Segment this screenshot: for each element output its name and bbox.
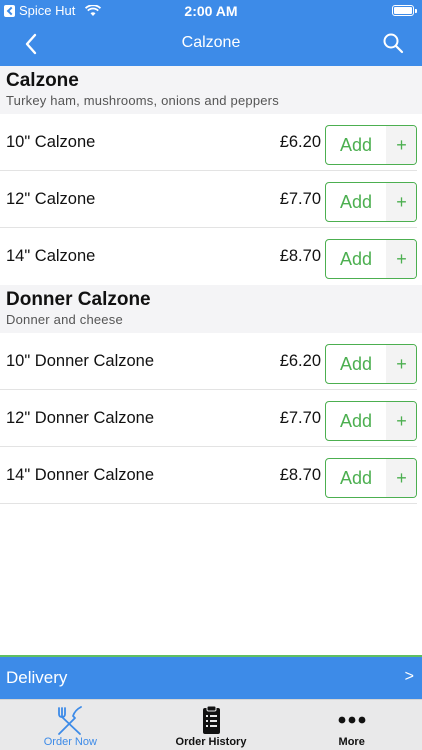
- add-label: Add: [339, 135, 373, 155]
- add-label: Add: [339, 249, 373, 269]
- item-name: 14" Donner Calzone: [6, 466, 155, 484]
- item-name: 10" Donner Calzone: [6, 352, 155, 370]
- section-description: Donner and cheese: [6, 312, 123, 327]
- section-description: Turkey ham, mushrooms, onions and pepper…: [6, 93, 279, 108]
- tab-label: Order Now: [43, 736, 97, 748]
- item-price: £6.20: [279, 133, 321, 151]
- menu-item-row: 14" Donner Calzone £8.70 Add +: [0, 447, 417, 504]
- nav-bar: Calzone: [0, 22, 422, 66]
- item-price: £7.70: [279, 409, 321, 427]
- fork-knife-icon: [58, 706, 83, 735]
- status-bar: Spice Hut 2:00 AM: [0, 0, 422, 22]
- item-name: 14" Calzone: [6, 247, 96, 265]
- plus-icon: +: [386, 240, 416, 278]
- page-title: Calzone: [181, 34, 241, 51]
- item-price: £6.20: [279, 352, 321, 370]
- section-header: Donner Calzone Donner and cheese: [0, 285, 422, 333]
- add-to-order-button[interactable]: Add +: [325, 239, 417, 279]
- section-title: Calzone: [6, 70, 79, 91]
- delivery-bar[interactable]: Delivery >: [0, 655, 422, 699]
- plus-icon: +: [386, 459, 416, 497]
- delivery-label: Delivery: [6, 668, 68, 687]
- add-to-order-button[interactable]: Add +: [325, 182, 417, 222]
- menu-section-calzone: Calzone Turkey ham, mushrooms, onions an…: [0, 66, 422, 285]
- clock: 2:00 AM: [184, 3, 238, 19]
- menu-list: Calzone Turkey ham, mushrooms, onions an…: [0, 66, 422, 504]
- add-to-order-button[interactable]: Add +: [325, 125, 417, 165]
- menu-section-donner-calzone: Donner Calzone Donner and cheese 10" Don…: [0, 285, 422, 504]
- item-price: £8.70: [279, 466, 321, 484]
- tab-label: Order History: [175, 736, 247, 748]
- plus-icon: +: [386, 183, 416, 221]
- menu-item-row: 10" Calzone £6.20 Add +: [0, 114, 417, 171]
- section-title: Donner Calzone: [6, 289, 151, 310]
- add-label: Add: [339, 411, 373, 431]
- tab-order-history[interactable]: Order History: [141, 700, 282, 750]
- plus-icon: +: [386, 345, 416, 383]
- section-header: Calzone Turkey ham, mushrooms, onions an…: [0, 66, 422, 114]
- item-price: £8.70: [279, 247, 321, 265]
- item-name: 10" Calzone: [6, 133, 96, 151]
- chevron-right-icon: >: [404, 668, 414, 685]
- add-to-order-button[interactable]: Add +: [325, 344, 417, 384]
- menu-item-row: 10" Donner Calzone £6.20 Add +: [0, 333, 417, 390]
- tab-label: More: [338, 736, 365, 748]
- plus-icon: +: [386, 402, 416, 440]
- menu-item-row: 14" Calzone £8.70 Add +: [0, 228, 417, 285]
- add-label: Add: [339, 192, 373, 212]
- tab-more[interactable]: More: [281, 700, 422, 750]
- item-name: 12" Donner Calzone: [6, 409, 155, 427]
- battery-icon: [392, 5, 417, 16]
- tab-bar: Order Now Order History More: [0, 699, 422, 750]
- plus-icon: +: [386, 126, 416, 164]
- item-price: £7.70: [279, 190, 321, 208]
- menu-item-row: 12" Donner Calzone £7.70 Add +: [0, 390, 417, 447]
- clipboard-icon: [203, 705, 220, 734]
- add-to-order-button[interactable]: Add +: [325, 458, 417, 498]
- add-to-order-button[interactable]: Add +: [325, 401, 417, 441]
- more-dots-icon: [338, 716, 366, 724]
- add-label: Add: [339, 468, 373, 488]
- add-label: Add: [339, 354, 373, 374]
- item-name: 12" Calzone: [6, 190, 96, 208]
- menu-item-row: 12" Calzone £7.70 Add +: [0, 171, 417, 228]
- search-icon[interactable]: [382, 32, 404, 54]
- tab-order-now[interactable]: Order Now: [0, 700, 141, 750]
